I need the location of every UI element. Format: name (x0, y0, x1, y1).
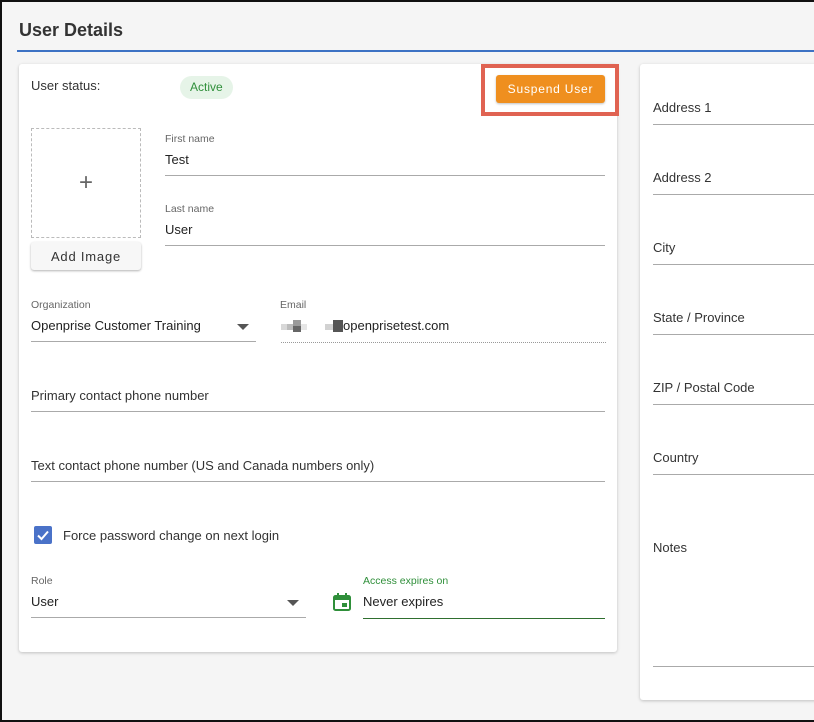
zip-underline (653, 404, 814, 405)
suspend-user-button[interactable]: Suspend User (496, 75, 605, 103)
address1-underline (653, 124, 814, 125)
address2-input[interactable]: Address 2 (653, 170, 813, 192)
chevron-down-icon[interactable] (237, 324, 249, 330)
plus-icon: + (78, 169, 93, 196)
user-status-label: User status: (31, 78, 101, 93)
user-details-card: User status: Active Suspend User + Add I… (19, 64, 619, 652)
page-title: User Details (19, 20, 124, 40)
first-name-input[interactable]: Test (165, 152, 605, 174)
last-name-input[interactable]: User (165, 222, 605, 244)
city-underline (653, 264, 814, 265)
text-phone-input[interactable]: Text contact phone number (US and Canada… (31, 458, 605, 480)
force-password-checkbox[interactable] (34, 526, 52, 544)
email-redaction (281, 320, 343, 334)
role-label: Role (31, 575, 53, 587)
primary-phone-input[interactable]: Primary contact phone number (31, 388, 605, 410)
first-name-label: First name (165, 133, 215, 145)
country-input[interactable]: Country (653, 450, 813, 472)
zip-input[interactable]: ZIP / Postal Code (653, 380, 813, 402)
access-expires-input[interactable]: Never expires (363, 594, 605, 616)
organization-label: Organization (31, 299, 91, 311)
address1-input[interactable]: Address 1 (653, 100, 813, 122)
first-name-underline (165, 175, 605, 176)
address-card: Address 1 Address 2 City State / Provinc… (640, 64, 814, 700)
country-underline (653, 474, 814, 475)
notes-underline (653, 666, 814, 667)
primary-phone-underline (31, 411, 605, 412)
calendar-icon[interactable] (332, 592, 352, 612)
city-input[interactable]: City (653, 240, 813, 262)
image-upload-area[interactable]: + (31, 128, 141, 238)
access-expires-underline (363, 618, 605, 619)
email-underline (281, 342, 606, 343)
access-expires-label: Access expires on (363, 575, 449, 587)
force-password-label: Force password change on next login (63, 528, 280, 543)
add-image-button[interactable]: Add Image (31, 242, 141, 270)
organization-select[interactable]: Openprise Customer Training (31, 318, 256, 340)
email-label: Email (280, 299, 307, 311)
title-divider (17, 50, 814, 52)
checkbox-checked-icon (37, 530, 49, 541)
last-name-underline (165, 245, 605, 246)
role-underline (31, 617, 306, 618)
state-underline (653, 334, 814, 335)
role-select[interactable]: User (31, 594, 306, 616)
chevron-down-icon[interactable] (287, 600, 299, 606)
email-input[interactable]: openprisetest.com (343, 318, 605, 340)
status-badge: Active (180, 76, 233, 99)
notes-textarea[interactable]: Notes (653, 540, 813, 660)
state-input[interactable]: State / Province (653, 310, 813, 332)
text-phone-underline (31, 481, 605, 482)
last-name-label: Last name (165, 203, 215, 215)
organization-underline (31, 341, 256, 342)
address2-underline (653, 194, 814, 195)
